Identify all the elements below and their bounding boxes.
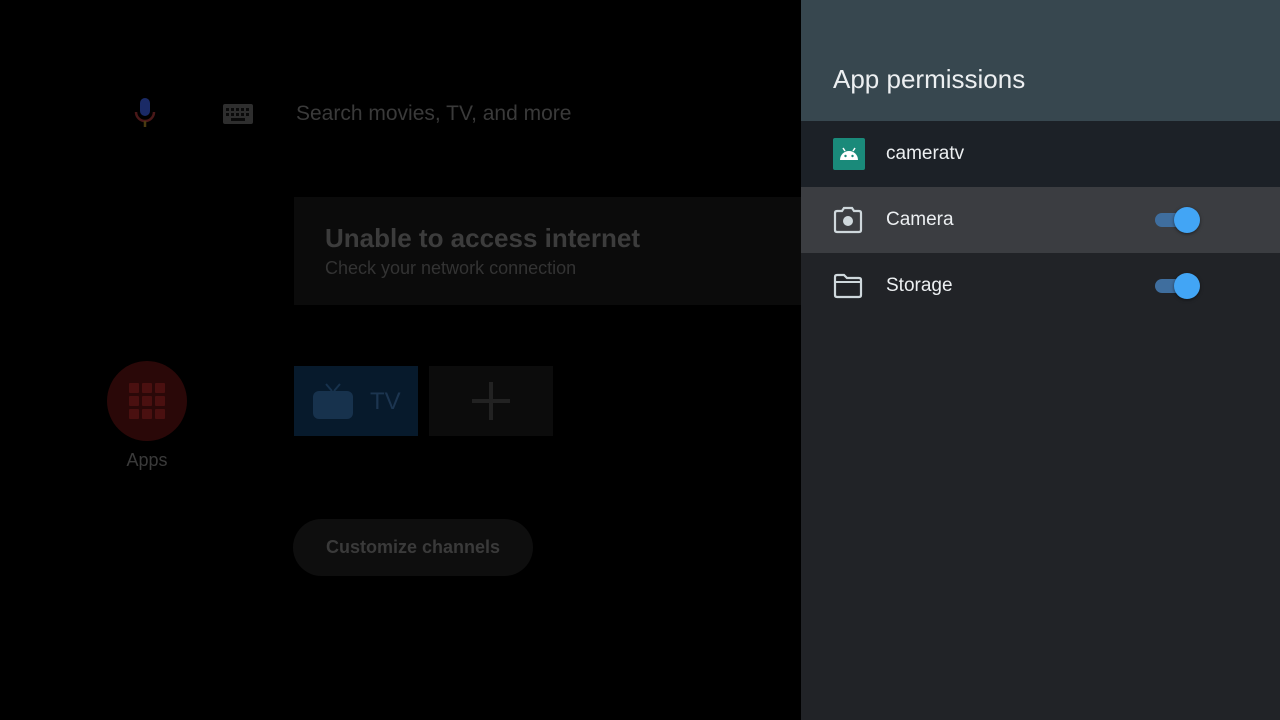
app-permissions-panel: App permissions cameratv Camera Storage — [801, 0, 1280, 720]
camera-icon — [833, 206, 863, 234]
permission-label: Camera — [886, 209, 954, 230]
apps-button[interactable] — [107, 361, 187, 441]
app-name: cameratv — [886, 143, 965, 164]
launcher-background: Search movies, TV, and more Unable to ac… — [0, 0, 814, 720]
keyboard-icon[interactable] — [222, 102, 254, 126]
tv-tile-label: TV — [370, 388, 401, 415]
toggle-thumb — [1174, 207, 1200, 233]
apps-grid-icon — [129, 383, 165, 419]
storage-toggle[interactable] — [1153, 273, 1201, 299]
microphone-icon[interactable] — [128, 94, 162, 134]
network-notice-card[interactable]: Unable to access internet Check your net… — [294, 197, 814, 305]
folder-icon — [833, 272, 863, 300]
app-info-row: cameratv — [801, 121, 1280, 187]
tv-icon — [312, 382, 354, 420]
permission-label: Storage — [886, 275, 953, 296]
camera-toggle[interactable] — [1153, 207, 1201, 233]
search-field[interactable]: Search movies, TV, and more — [296, 102, 571, 126]
apps-label: Apps — [126, 450, 168, 470]
permission-row-storage[interactable]: Storage — [801, 253, 1280, 319]
screen: Search movies, TV, and more Unable to ac… — [0, 0, 1280, 720]
customize-channels-button[interactable]: Customize channels — [293, 519, 533, 576]
add-channel-tile[interactable] — [429, 366, 553, 436]
plus-icon — [470, 380, 512, 422]
permission-row-camera[interactable]: Camera — [801, 187, 1280, 253]
panel-title: App permissions — [833, 64, 1026, 94]
notice-subtitle: Check your network connection — [325, 258, 577, 278]
notice-title: Unable to access internet — [325, 223, 640, 253]
tv-tile[interactable]: TV — [294, 366, 418, 436]
android-icon — [833, 138, 865, 170]
toggle-thumb — [1174, 273, 1200, 299]
panel-header: App permissions — [801, 0, 1280, 121]
